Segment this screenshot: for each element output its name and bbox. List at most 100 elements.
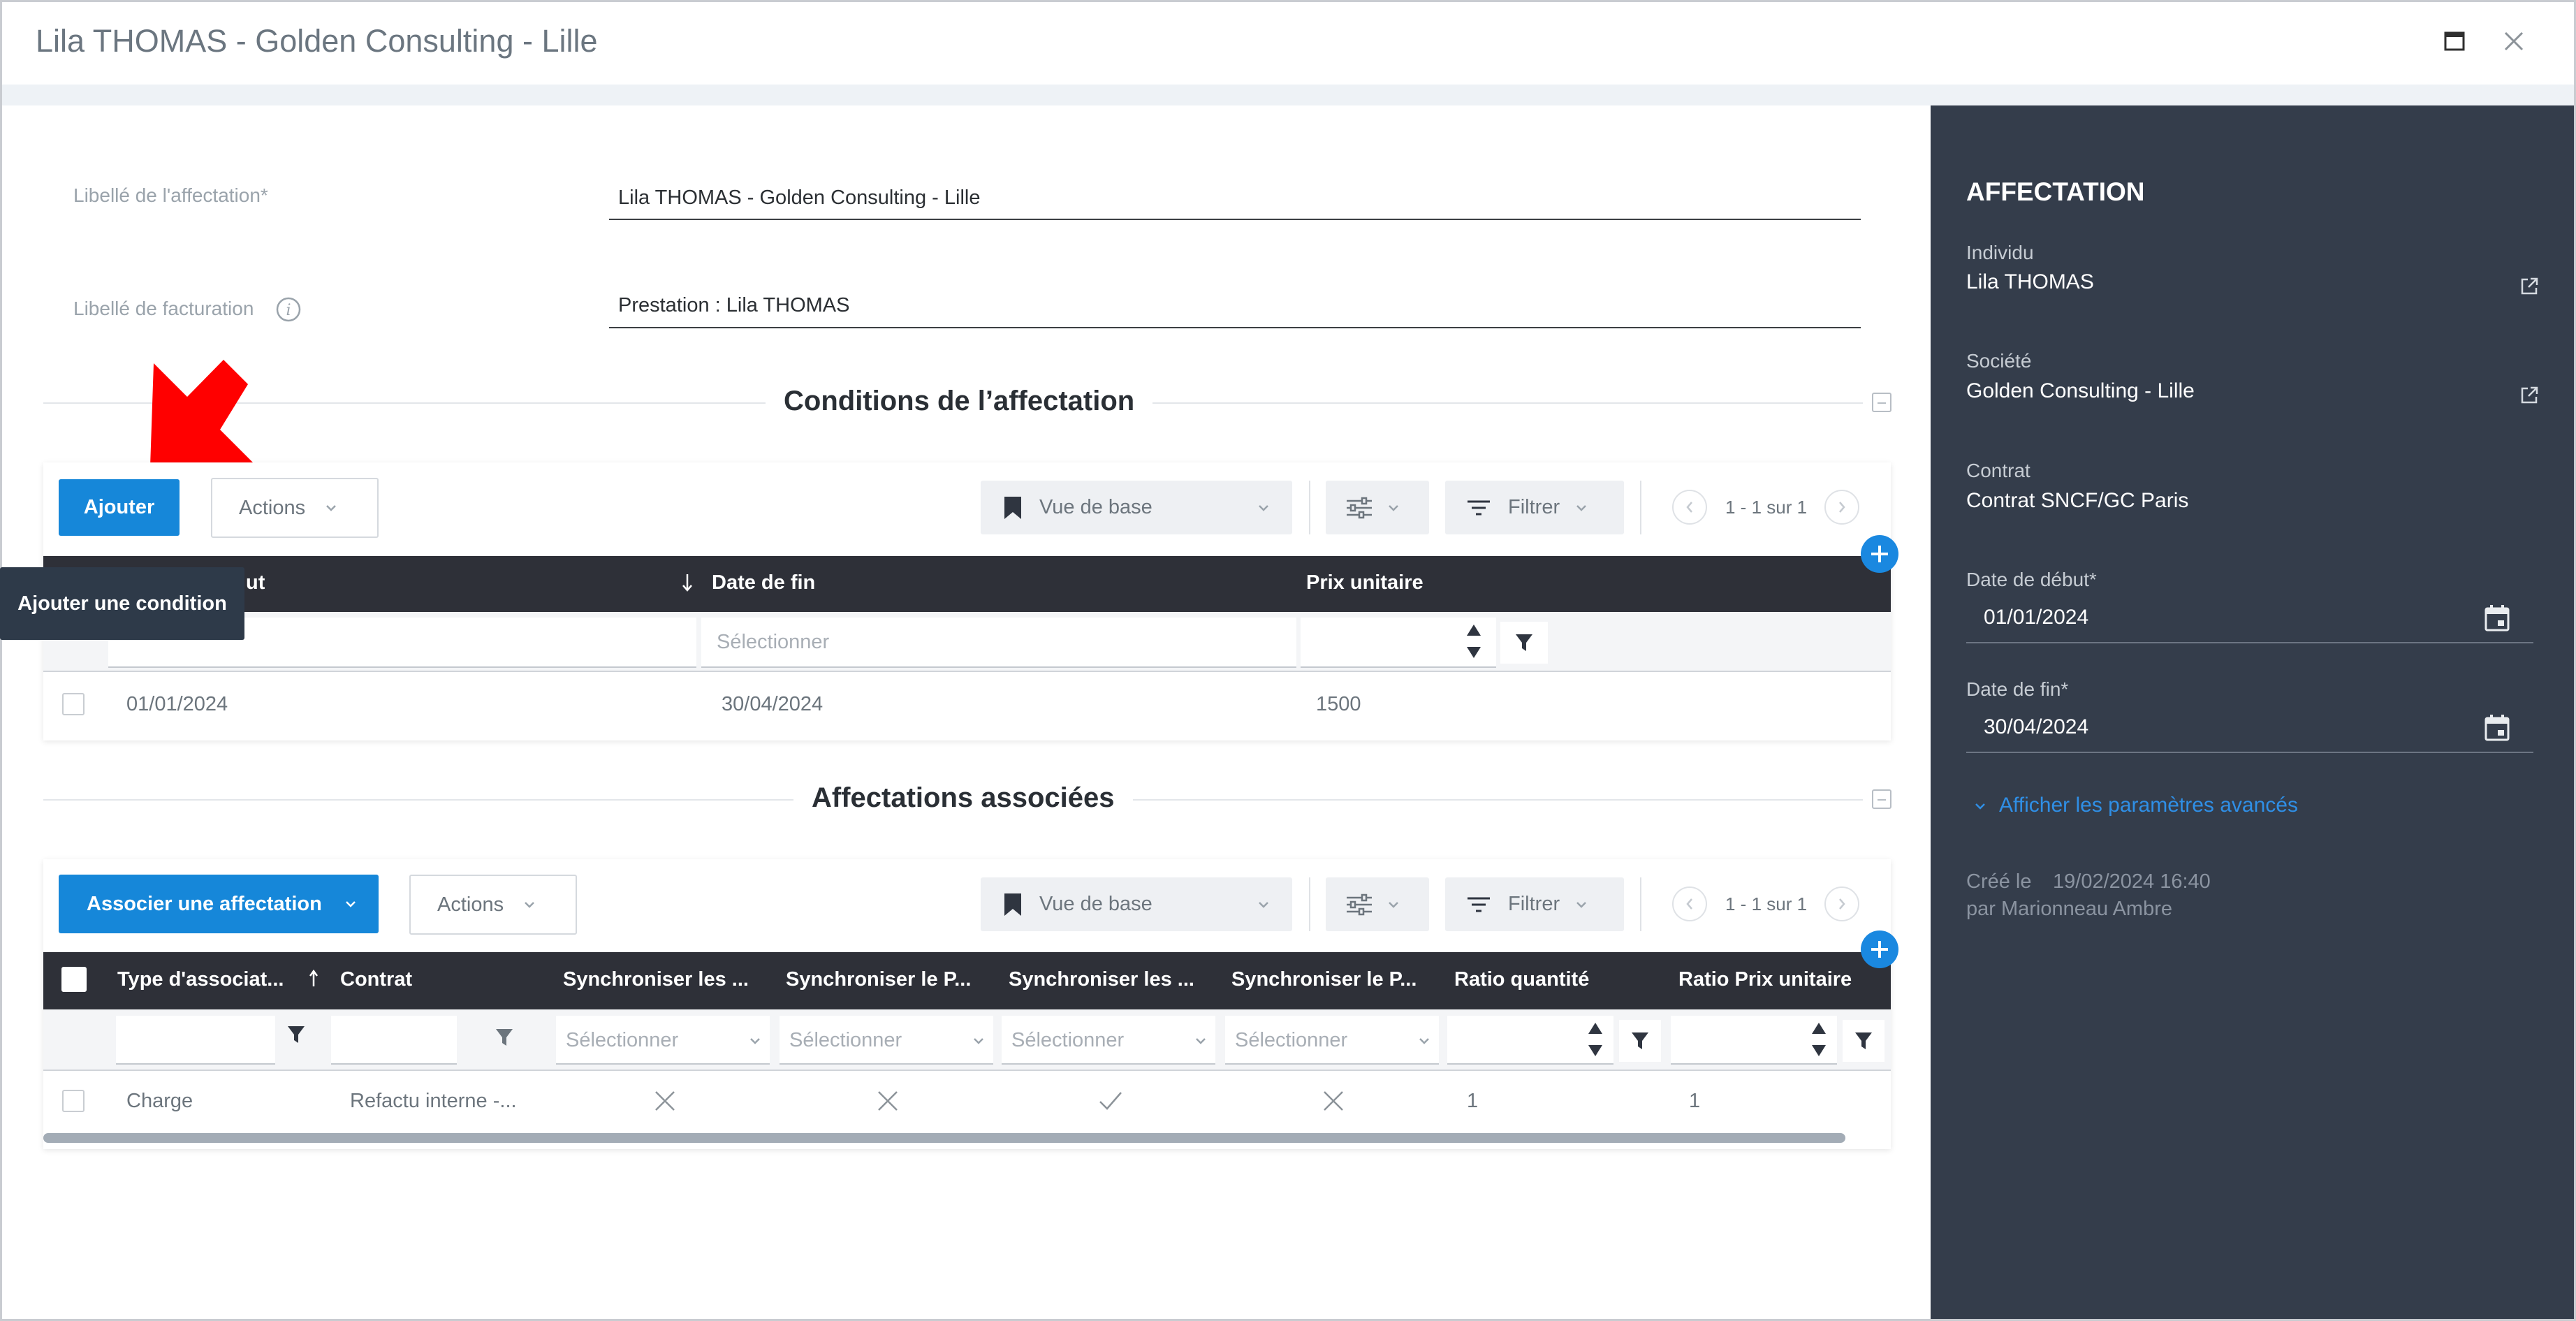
info-icon[interactable]: i	[275, 296, 302, 323]
filter-label: Filtrer	[1508, 496, 1560, 518]
date-fin-input[interactable]: 30/04/2024	[1984, 715, 2088, 739]
associees-columns-button[interactable]	[1326, 877, 1429, 931]
column-type-association[interactable]: Type d'associat...	[117, 968, 300, 991]
view-label: Vue de base	[1039, 496, 1152, 518]
date-fin-underline	[1966, 752, 2533, 753]
sliders-icon	[1345, 893, 1373, 916]
conditions-view-select[interactable]: Vue de base	[981, 481, 1292, 534]
row-checkbox[interactable]	[62, 693, 85, 715]
row-checkbox[interactable]	[62, 1090, 85, 1112]
column-contrat[interactable]: Contrat	[340, 968, 550, 991]
associees-filter-button[interactable]: Filtrer	[1445, 877, 1624, 931]
sort-down-icon[interactable]	[682, 573, 693, 592]
advanced-params-link[interactable]: Afficher les paramètres avancés	[1999, 794, 2298, 817]
column-ratio-quantite[interactable]: Ratio quantité	[1454, 968, 1657, 991]
created-date: 19/02/2024 16:40	[2053, 870, 2211, 893]
actions-label: Actions	[437, 893, 504, 916]
sync-filter-3[interactable]: Sélectionner	[1002, 1016, 1215, 1065]
sync-filter-1[interactable]: Sélectionner	[556, 1016, 770, 1065]
view-label: Vue de base	[1039, 893, 1152, 915]
calendar-icon[interactable]	[2484, 714, 2510, 742]
cell-type-association: Charge	[126, 1090, 193, 1112]
date-fin-filter-placeholder: Sélectionner	[717, 631, 830, 653]
check-icon	[1098, 1090, 1123, 1112]
funnel-icon	[1516, 634, 1532, 651]
add-column-plus-icon[interactable]	[1861, 930, 1898, 968]
sliders-icon	[1345, 497, 1373, 519]
created-label: Créé le	[1966, 870, 2032, 893]
type-association-filter[interactable]	[116, 1016, 275, 1065]
associer-affectation-button[interactable]: Associer une affectation	[59, 875, 379, 933]
next-page-button[interactable]	[1824, 886, 1859, 921]
toolbar-separator	[1309, 481, 1310, 534]
column-synchroniser-4[interactable]: Synchroniser le P...	[1231, 968, 1427, 991]
column-date-fin[interactable]: Date de fin	[712, 571, 815, 594]
funnel-icon	[1855, 1032, 1872, 1049]
conditions-actions-button[interactable]: Actions	[211, 478, 379, 538]
chevron-down-icon	[1575, 504, 1588, 512]
conditions-pagination: 1 - 1 sur 1	[1725, 497, 1808, 518]
conditions-columns-button[interactable]	[1326, 481, 1429, 534]
sort-up-icon[interactable]	[309, 970, 319, 988]
column-date-debut[interactable]: ut	[246, 571, 265, 594]
column-synchroniser-2[interactable]: Synchroniser le P...	[786, 968, 981, 991]
prev-page-button[interactable]	[1672, 886, 1707, 921]
associees-actions-button[interactable]: Actions	[409, 875, 577, 935]
associees-collapse-icon[interactable]	[1872, 789, 1891, 809]
date-debut-label: Date de début*	[1966, 569, 2097, 590]
cross-icon	[1322, 1090, 1345, 1112]
funnel-icon[interactable]	[495, 1027, 514, 1048]
libelle-affectation-input[interactable]: Lila THOMAS - Golden Consulting - Lille	[618, 187, 980, 210]
column-synchroniser-1[interactable]: Synchroniser les ...	[563, 968, 759, 991]
libelle-facturation-input[interactable]: Prestation : Lila THOMAS	[618, 294, 849, 317]
sync-filter-2-placeholder: Sélectionner	[789, 1029, 902, 1051]
associees-view-select[interactable]: Vue de base	[981, 877, 1292, 931]
stepper-icon[interactable]	[1465, 622, 1483, 661]
horizontal-scrollbar[interactable]	[43, 1133, 1845, 1143]
stepper-icon[interactable]	[1587, 1020, 1604, 1059]
sync-filter-2[interactable]: Sélectionner	[780, 1016, 993, 1065]
column-ratio-prix-unitaire[interactable]: Ratio Prix unitaire	[1678, 968, 1874, 991]
date-debut-underline	[1966, 642, 2533, 643]
close-icon[interactable]	[2503, 30, 2525, 52]
stepper-icon[interactable]	[1810, 1020, 1827, 1059]
sync-filter-1-placeholder: Sélectionner	[566, 1029, 679, 1051]
title-bar-separator	[2, 85, 2574, 105]
chevron-down-icon	[1387, 900, 1400, 909]
prev-page-button[interactable]	[1672, 490, 1707, 525]
ratio-quantite-filter-button[interactable]	[1619, 1020, 1661, 1062]
sync-filter-4-placeholder: Sélectionner	[1235, 1029, 1348, 1051]
sync-filter-4[interactable]: Sélectionner	[1225, 1016, 1439, 1065]
select-all-checkbox[interactable]	[61, 967, 87, 992]
ajouter-tooltip: Ajouter une condition	[0, 567, 244, 640]
libelle-facturation-underline	[609, 327, 1861, 328]
cell-contrat: Refactu interne -...	[350, 1090, 517, 1112]
conditions-section-title: Conditions de l’affectation	[766, 386, 1153, 417]
contrat-label: Contrat	[1966, 460, 2030, 481]
ratio-prix-filter-button[interactable]	[1843, 1020, 1885, 1062]
prix-filter-button[interactable]	[1500, 622, 1548, 664]
libelle-affectation-underline	[609, 219, 1861, 220]
ajouter-button[interactable]: Ajouter	[59, 479, 180, 536]
contrat-value: Contrat SNCF/GC Paris	[1966, 489, 2189, 512]
date-debut-input[interactable]: 01/01/2024	[1984, 606, 2088, 629]
window-title: Lila THOMAS - Golden Consulting - Lille	[36, 23, 598, 59]
maximize-icon[interactable]	[2444, 31, 2465, 51]
created-by: par Marionneau Ambre	[1966, 898, 2172, 920]
next-page-button[interactable]	[1824, 490, 1859, 525]
external-link-icon[interactable]	[2519, 386, 2539, 405]
cell-prix-unitaire: 1500	[1316, 693, 1361, 715]
date-fin-filter[interactable]: Sélectionner	[701, 618, 1296, 668]
toolbar-separator	[1640, 481, 1641, 534]
conditions-collapse-icon[interactable]	[1872, 393, 1891, 412]
chevron-down-icon[interactable]	[1974, 802, 1986, 810]
external-link-icon[interactable]	[2519, 277, 2539, 296]
column-prix-unitaire[interactable]: Prix unitaire	[1306, 571, 1424, 594]
add-column-plus-icon[interactable]	[1861, 535, 1898, 573]
contrat-filter[interactable]	[331, 1016, 457, 1065]
calendar-icon[interactable]	[2484, 604, 2510, 632]
column-synchroniser-3[interactable]: Synchroniser les ...	[1009, 968, 1204, 991]
filter-lines-icon	[1466, 499, 1491, 517]
conditions-filter-button[interactable]: Filtrer	[1445, 481, 1624, 534]
funnel-icon[interactable]	[286, 1024, 306, 1045]
